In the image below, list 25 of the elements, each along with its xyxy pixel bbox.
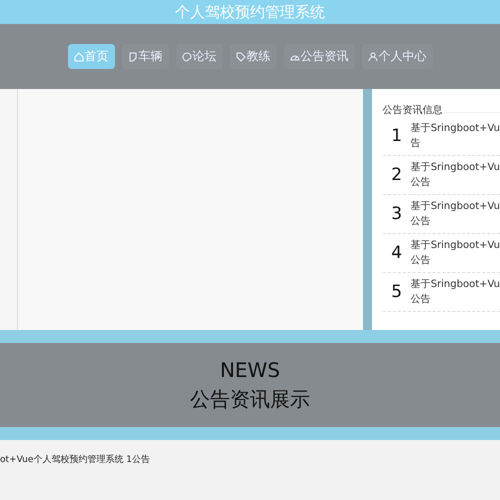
notice-link[interactable]: 公告 <box>410 175 500 190</box>
item-number: 3 <box>390 204 404 224</box>
panel-title: 公告资讯信息 <box>382 104 443 117</box>
notice-link[interactable]: 公告 <box>410 214 500 229</box>
notice-link[interactable]: 基于Sringboot+Vu <box>410 121 500 136</box>
banner-subheading: 公告资讯展示 <box>190 386 310 412</box>
notice-link[interactable]: 基于Sringboot+Vu <box>410 238 500 253</box>
banner-heading: NEWS <box>220 358 280 382</box>
notice-link[interactable]: 告 <box>410 136 500 151</box>
item-number: 2 <box>390 165 404 185</box>
tag-icon <box>236 52 246 62</box>
site-title: 个人驾校预约管理系统 <box>175 2 325 22</box>
notice-link[interactable]: 基于Sringboot+Vu <box>410 160 500 175</box>
notice-link[interactable]: 基于Sringboot+Vu <box>410 277 500 292</box>
news-link[interactable]: ot+Vue个人驾校预约管理系统 1公告 <box>0 455 150 465</box>
notice-link[interactable]: 基于Sringboot+Vu <box>410 199 500 214</box>
item-number: 4 <box>390 243 404 263</box>
note-icon <box>128 52 138 62</box>
item-number: 5 <box>390 282 404 302</box>
palette-icon <box>182 52 192 62</box>
user-icon <box>368 52 378 62</box>
item-number: 1 <box>390 126 404 146</box>
notice-link[interactable]: 公告 <box>410 253 500 268</box>
home-icon <box>74 52 84 62</box>
notice-link[interactable]: 公告 <box>410 292 500 307</box>
